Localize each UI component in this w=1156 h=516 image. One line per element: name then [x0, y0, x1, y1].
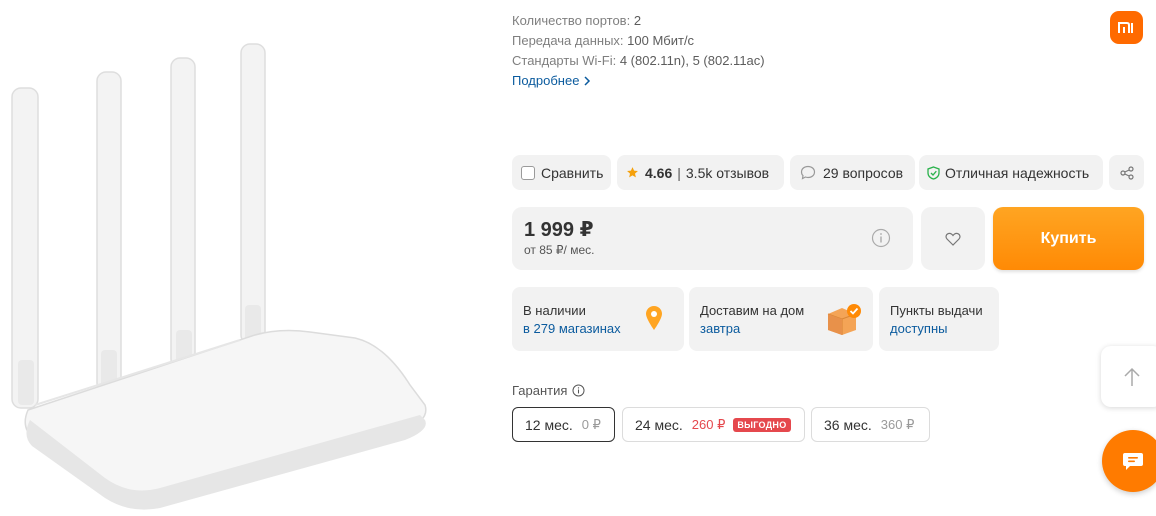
warranty-option-36[interactable]: 36 мес. 360 ₽	[811, 407, 930, 442]
spec-label: Передача данных:	[512, 33, 624, 48]
delivery-box-icon	[827, 304, 861, 335]
router-image	[11, 43, 427, 510]
favorite-button[interactable]	[921, 207, 985, 270]
scroll-to-top-button[interactable]	[1101, 346, 1156, 407]
reliability-badge[interactable]: Отличная надежность	[919, 155, 1103, 190]
rating-value: 4.66	[645, 164, 673, 181]
availability-title: Доставим на дом	[700, 303, 805, 318]
more-details-link[interactable]: Подробнее	[512, 71, 591, 91]
chat-button[interactable]	[1102, 430, 1156, 492]
spec-ports: Количество портов: 2	[512, 11, 641, 31]
spec-value: 4 (802.11n), 5 (802.11ac)	[619, 53, 765, 68]
spec-wifi: Стандарты Wi-Fi: 4 (802.11n), 5 (802.11a…	[512, 51, 765, 71]
share-button[interactable]	[1109, 155, 1144, 190]
heart-icon	[945, 232, 961, 246]
warranty-price: 360 ₽	[880, 416, 915, 432]
warranty-price: 0 ₽	[581, 416, 601, 432]
more-details-label: Подробнее	[512, 73, 580, 88]
price-value: 1 999 ₽	[524, 219, 594, 241]
credit-offer[interactable]: от 85 ₽/ мес.	[524, 243, 594, 257]
questions-count: 29 вопросов	[823, 164, 904, 181]
share-icon	[1119, 165, 1134, 180]
chat-icon	[1123, 453, 1143, 470]
arrow-up-icon	[1124, 367, 1140, 386]
location-pin-icon	[646, 306, 662, 330]
reliability-label: Отличная надежность	[945, 164, 1090, 181]
divider: |	[677, 164, 681, 181]
product-image[interactable]	[0, 30, 440, 511]
availability-pickup[interactable]: Пункты выдачи доступны	[879, 287, 999, 351]
availability-title: В наличии	[523, 303, 586, 318]
warranty-price: 260 ₽	[691, 416, 726, 432]
xiaomi-logo-icon	[1117, 21, 1133, 33]
warranty-title: Гарантия	[512, 383, 568, 398]
reviews-count: 3.5k отзывов	[685, 164, 770, 181]
shield-check-icon	[927, 165, 940, 180]
warranty-term: 36 мес.	[824, 416, 872, 433]
availability-stores[interactable]: В наличии в 279 магазинах	[512, 287, 684, 351]
availability-title: Пункты выдачи	[890, 303, 983, 318]
availability-link[interactable]: завтра	[700, 321, 740, 336]
spec-label: Количество портов:	[512, 13, 631, 28]
availability-delivery[interactable]: Доставим на дом завтра	[689, 287, 873, 351]
price-block: 1 999 ₽ от 85 ₽/ мес.	[512, 207, 913, 270]
profit-badge: ВЫГОДНО	[733, 417, 791, 432]
warranty-term: 24 мес.	[635, 416, 683, 433]
spec-data-rate: Передача данных: 100 Мбит/с	[512, 31, 694, 51]
compare-checkbox[interactable]	[521, 165, 535, 180]
availability-link[interactable]: в 279 магазинах	[523, 321, 621, 336]
spec-label: Стандарты Wi-Fi:	[512, 53, 617, 68]
questions-button[interactable]: 29 вопросов	[790, 155, 915, 190]
star-icon	[627, 167, 638, 178]
availability-link[interactable]: доступны	[890, 321, 947, 336]
speech-bubble-icon	[800, 165, 816, 180]
compare-label: Сравнить	[541, 164, 604, 181]
info-icon[interactable]	[871, 228, 891, 248]
warranty-option-12[interactable]: 12 мес. 0 ₽	[512, 407, 615, 442]
info-icon[interactable]	[572, 384, 585, 397]
rating-reviews-button[interactable]: 4.66 | 3.5k отзывов	[617, 155, 784, 190]
buy-button[interactable]: Купить	[993, 207, 1144, 270]
warranty-option-24[interactable]: 24 мес. 260 ₽ ВЫГОДНО	[622, 407, 805, 442]
warranty-term: 12 мес.	[525, 416, 573, 433]
compare-button[interactable]: Сравнить	[512, 155, 611, 190]
spec-value: 100 Мбит/с	[627, 33, 695, 48]
warranty-label: Гарантия	[512, 383, 585, 398]
brand-logo[interactable]	[1110, 11, 1143, 44]
chevron-right-icon	[584, 76, 591, 86]
spec-value: 2	[633, 13, 642, 28]
